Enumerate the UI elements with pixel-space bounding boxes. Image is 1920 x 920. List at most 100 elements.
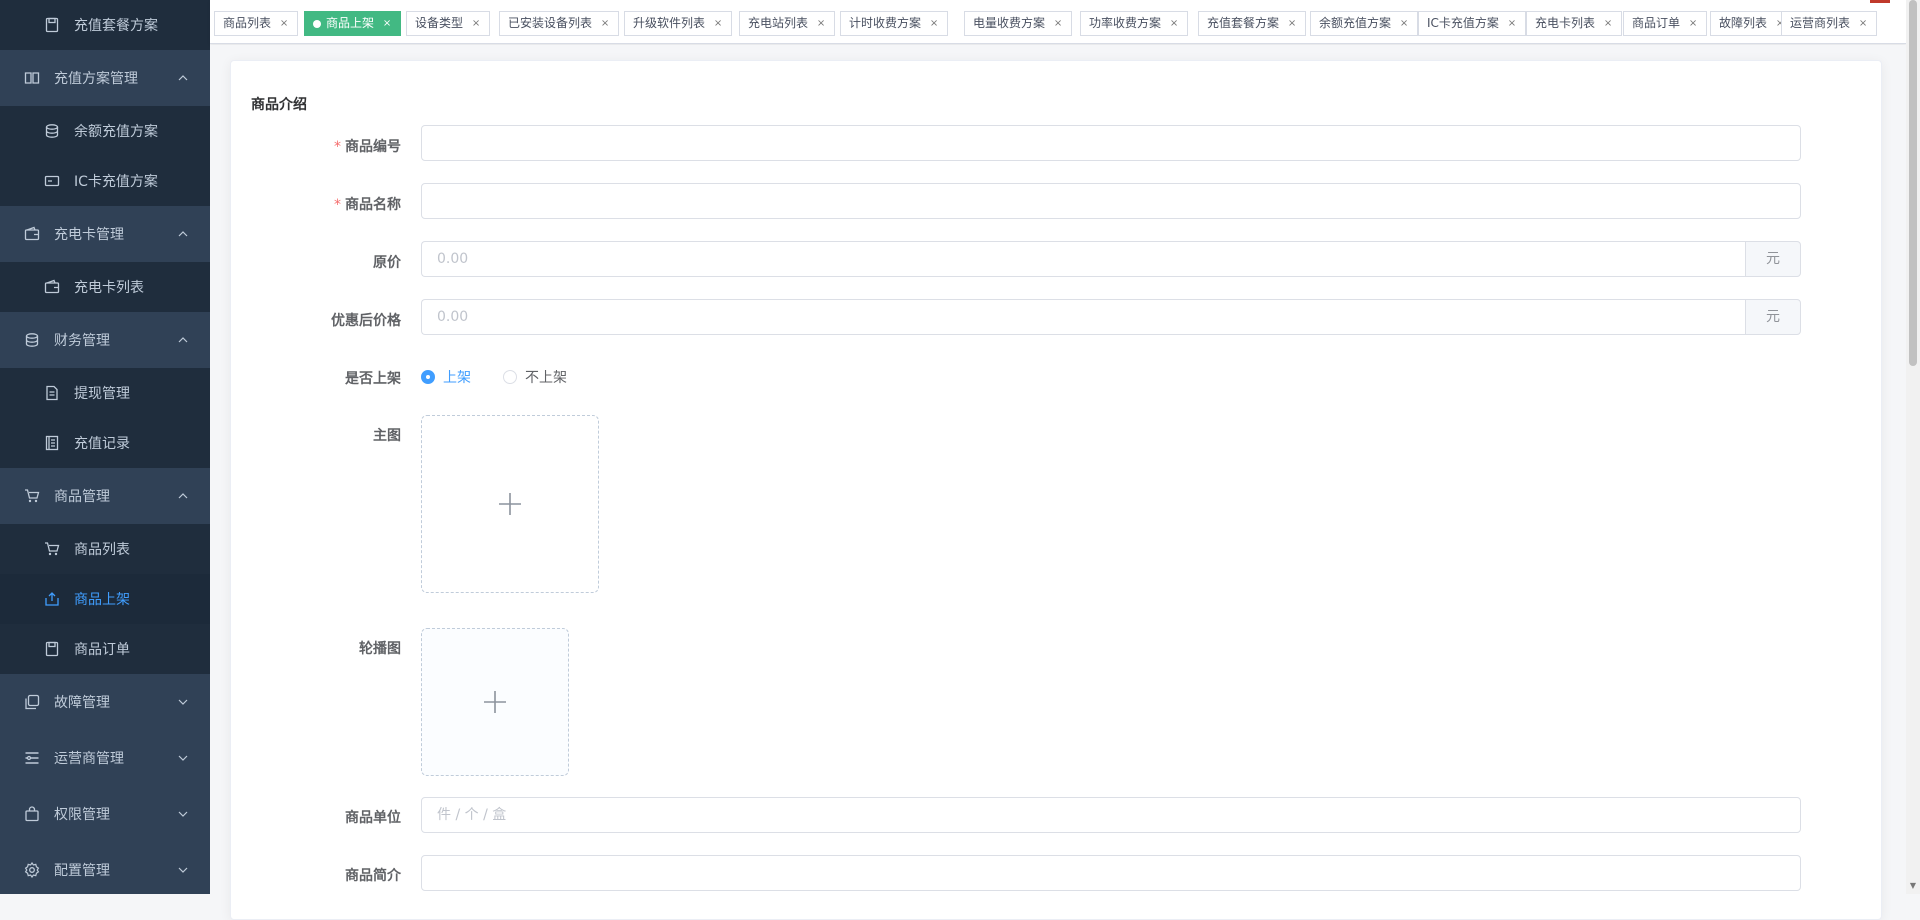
corner-decoration [1870,0,1890,3]
sidebar-item-label: 配置管理 [54,863,110,879]
tag-label: 功率收费方案 [1089,16,1162,30]
sidebar-item-3[interactable]: IC卡充值方案 [0,156,210,206]
sidebar-item-6[interactable]: 财务管理 [0,312,210,368]
sidebar-item-9[interactable]: 商品管理 [0,468,210,524]
sidebar-item-label: 商品列表 [74,542,130,558]
tag-5[interactable]: 充电站列表 × [739,11,836,36]
close-icon[interactable]: × [471,12,481,35]
notebook-icon [44,435,60,451]
close-icon[interactable]: × [1688,12,1698,35]
close-icon[interactable]: × [600,12,610,35]
shelf-radio-off[interactable]: 不上架 [503,367,567,387]
name-input[interactable] [421,183,1801,219]
discount-input[interactable]: 0.00 [421,299,1745,335]
tag-label: 故障列表 [1719,16,1768,30]
tag-3[interactable]: 已安装设备列表 × [499,11,620,36]
close-icon[interactable]: × [1399,12,1409,35]
tag-11[interactable]: IC卡充值方案 × [1418,11,1526,36]
tag-9[interactable]: 充值套餐方案 × [1198,11,1307,36]
sidebar-item-label: 充值套餐方案 [74,18,158,34]
tag-6[interactable]: 计时收费方案 × [840,11,949,36]
tag-label: 电量收费方案 [973,16,1046,30]
chevron-up-icon [178,73,188,83]
name-label-text: 商品名称 [345,197,401,213]
plus-icon [499,493,521,515]
sidebar-item-13[interactable]: 故障管理 [0,674,210,730]
tag-15[interactable]: 运营商列表 × [1781,11,1878,36]
chevron-down-icon [178,753,188,763]
chevron-up-icon [178,335,188,345]
carousel-uploader[interactable] [421,628,569,776]
tag-10[interactable]: 余额充值方案 × [1310,11,1419,36]
unit-input[interactable]: 件 / 个 / 盒 [421,797,1801,833]
discount-unit: 元 [1745,299,1801,335]
sidebar-item-15[interactable]: 权限管理 [0,786,210,842]
close-icon[interactable]: × [816,12,826,35]
close-icon[interactable]: × [1169,12,1179,35]
book-icon [24,70,40,86]
tag-0[interactable]: 商品列表 × [214,11,299,36]
sidebar-item-12[interactable]: 商品订单 [0,624,210,674]
code-input[interactable] [421,125,1801,161]
cart-icon [24,488,40,504]
sidebar-item-label: 故障管理 [54,695,110,711]
price-input-group: 0.00 元 [421,241,1801,277]
chevron-up-icon [178,491,188,501]
radio-label: 上架 [443,370,471,386]
close-icon[interactable]: × [929,12,939,35]
close-icon[interactable]: × [1507,12,1517,35]
sidebar-item-4[interactable]: 充电卡管理 [0,206,210,262]
copy-icon [24,694,40,710]
tag-1[interactable]: 商品上架 × [304,11,402,36]
document-icon [44,385,60,401]
scrollbar-thumb[interactable] [1909,0,1917,366]
tag-label: 充电卡列表 [1535,16,1596,30]
tag-13[interactable]: 商品订单 × [1623,11,1708,36]
page-scrollbar[interactable]: ▼ [1906,0,1920,894]
tag-2[interactable]: 设备类型 × [406,11,491,36]
wallet-icon [24,226,40,242]
tag-8[interactable]: 功率收费方案 × [1080,11,1189,36]
sidebar-item-7[interactable]: 提现管理 [0,368,210,418]
required-mark: * [334,197,341,213]
tag-7[interactable]: 电量收费方案 × [964,11,1073,36]
close-icon[interactable]: × [1858,12,1868,35]
sidebar-item-label: 充值记录 [74,436,130,452]
tag-label: 已安装设备列表 [508,16,593,30]
close-icon[interactable]: × [279,12,289,35]
chevron-up-icon [178,229,188,239]
sidebar-item-label: 充值方案管理 [54,71,138,87]
main-image-uploader[interactable] [421,415,599,593]
sidebar-item-14[interactable]: 运营商管理 [0,730,210,786]
shelf-radio-on[interactable]: 上架 [421,367,471,387]
price-label: 原价 [373,255,401,271]
close-icon[interactable]: × [1603,12,1613,35]
intro-label: 商品简介 [345,868,401,884]
sidebar-item-11[interactable]: 商品上架 [0,574,210,624]
sidebar-item-16[interactable]: 配置管理 [0,842,210,894]
sidebar-item-2[interactable]: 余额充值方案 [0,106,210,156]
sidebar-item-label: 商品上架 [74,592,130,608]
close-icon[interactable]: × [713,12,723,35]
unit-label: 商品单位 [345,810,401,826]
close-icon[interactable]: × [382,12,392,35]
scroll-down-arrow-icon[interactable]: ▼ [1909,882,1917,890]
sidebar-item-label: 财务管理 [54,333,110,349]
shelf-label: 是否上架 [345,371,401,387]
price-input[interactable]: 0.00 [421,241,1745,277]
sidebar-item-10[interactable]: 商品列表 [0,524,210,574]
database-icon [24,332,40,348]
wallet-icon [44,279,60,295]
sidebar-item-5[interactable]: 充电卡列表 [0,262,210,312]
intro-input[interactable] [421,855,1801,891]
tag-12[interactable]: 充电卡列表 × [1526,11,1623,36]
sidebar-item-0[interactable]: 充值套餐方案 [0,0,210,50]
sidebar-item-1[interactable]: 充值方案管理 [0,50,210,106]
tag-label: 商品上架 [326,16,375,30]
sidebar-item-label: 权限管理 [54,807,110,823]
sidebar-item-8[interactable]: 充值记录 [0,418,210,468]
tags-view-bar: 商品列表 × 商品上架 × 设备类型 × 已安装设备列表 × 升级软件列表 × 充电站列表 × 计时收费… [210,0,1906,44]
close-icon[interactable]: × [1287,12,1297,35]
close-icon[interactable]: × [1053,12,1063,35]
tag-4[interactable]: 升级软件列表 × [624,11,733,36]
